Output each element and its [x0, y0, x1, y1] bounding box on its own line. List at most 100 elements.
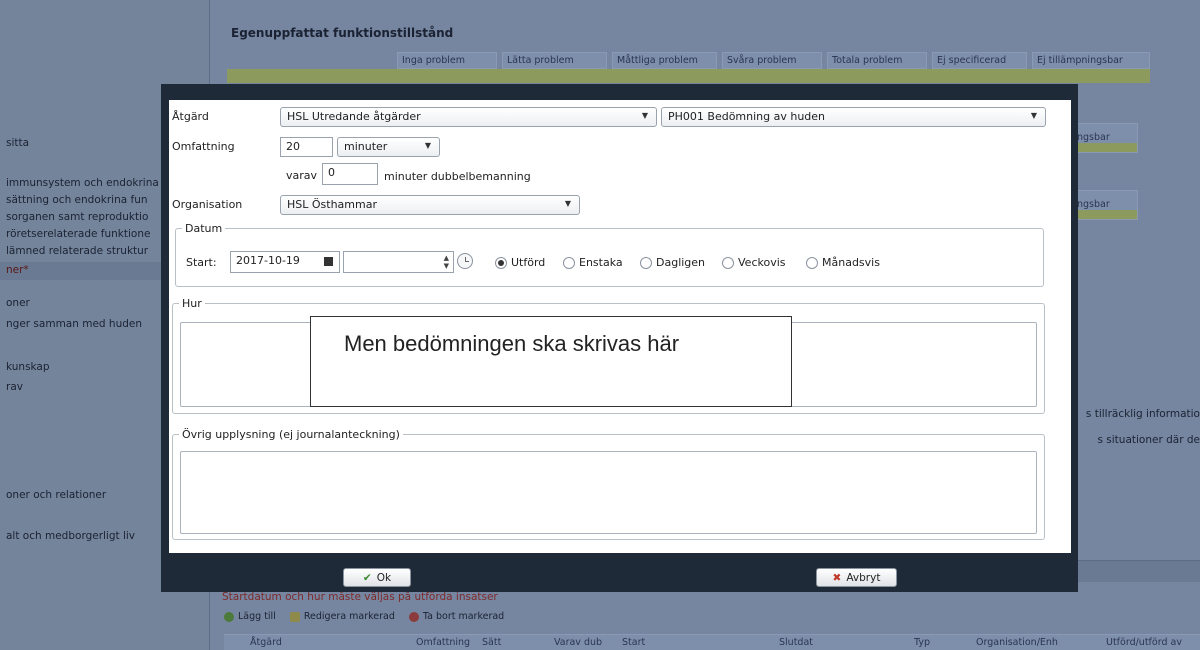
- delete-icon: [408, 611, 419, 622]
- atgard-sub-select[interactable]: PH001 Bedömning av huden ▼: [661, 107, 1046, 127]
- edit-button[interactable]: Redigera markerad: [289, 611, 395, 622]
- radio-enstaka[interactable]: Enstaka: [563, 256, 623, 269]
- atgard-sub-select-value: PH001 Bedömning av huden: [668, 110, 826, 123]
- atgard-label: Åtgärd: [172, 110, 209, 123]
- spinner-icon[interactable]: ▲ ▼: [444, 254, 449, 270]
- section-title: Egenuppfattat funktionstillstånd: [231, 26, 454, 40]
- grid-row: [227, 69, 1150, 83]
- sidebar-item: oner: [6, 297, 30, 309]
- grid-header: Inga problem: [397, 52, 497, 69]
- chevron-down-icon: ▼: [1030, 111, 1037, 120]
- varav-input[interactable]: 0: [322, 163, 378, 185]
- add-button[interactable]: Lägg till: [224, 611, 276, 622]
- radio-label: Veckovis: [738, 256, 786, 269]
- column-header: Slutdat: [779, 637, 813, 648]
- radio-circle: [722, 256, 734, 269]
- datum-legend: Datum: [185, 222, 223, 235]
- radio-label: Enstaka: [579, 256, 623, 269]
- radio-circle: [806, 256, 818, 269]
- column-header: Organisation/Enh: [976, 637, 1058, 648]
- start-date-value: 2017-10-19: [236, 254, 300, 267]
- radio-label: Utförd: [511, 256, 546, 269]
- instruction-text: Startdatum och hur måste väljas på utför…: [222, 591, 498, 603]
- unit-select[interactable]: minuter ▼: [337, 137, 440, 157]
- radio-manadsvis[interactable]: Månadsvis: [806, 256, 880, 269]
- sidebar-item: lämned relaterade struktur: [6, 245, 149, 257]
- omfattning-input[interactable]: 20: [280, 137, 333, 157]
- chip-strip: [1073, 210, 1137, 219]
- column-header: Sätt: [482, 637, 502, 648]
- omfattning-label: Omfattning: [172, 140, 235, 153]
- column-header: Utförd/utförd av: [1106, 637, 1182, 648]
- chip-label: ngsbar: [1077, 199, 1110, 210]
- grid-header: Ej tillämpningsbar: [1032, 52, 1150, 69]
- edit-icon: [289, 611, 300, 622]
- chip-strip: [1073, 143, 1137, 152]
- column-header: Omfattning: [416, 637, 471, 648]
- right-text: s situationer där de: [1097, 434, 1200, 446]
- chevron-down-icon: ▼: [424, 141, 431, 150]
- ovrig-legend: Övrig upplysning (ej journalanteckning): [182, 428, 400, 441]
- column-header: Start: [622, 637, 646, 648]
- radio-circle: [640, 256, 652, 269]
- ovrig-textarea[interactable]: [180, 451, 1037, 534]
- close-icon: ✖: [832, 571, 842, 584]
- grid-header: Totala problem: [827, 52, 927, 69]
- chevron-down-icon: ▼: [564, 199, 571, 208]
- column-header: Varav dub: [554, 637, 603, 648]
- sidebar-item: sorganen samt reproduktio: [6, 211, 149, 223]
- organisation-select[interactable]: HSL Östhammar ▼: [280, 195, 580, 215]
- chip-label: ngsbar: [1077, 132, 1110, 143]
- ok-button-label: Ok: [376, 571, 392, 584]
- organisation-select-value: HSL Östhammar: [287, 198, 377, 211]
- annotation-callout: Men bedömningen ska skrivas här: [310, 316, 792, 407]
- start-label: Start:: [186, 256, 217, 269]
- grid-header: Måttliga problem: [612, 52, 717, 69]
- grid-header: Ej specificerad: [932, 52, 1027, 69]
- grid-chip: ngsbar: [1072, 190, 1138, 220]
- function-grid: Inga problem Lätta problem Måttliga prob…: [227, 52, 1150, 88]
- radio-circle: [495, 256, 507, 269]
- cancel-button-label: Avbryt: [846, 571, 881, 584]
- radio-circle: [563, 256, 575, 269]
- column-header: Åtgärd: [250, 637, 282, 648]
- varav-label: varav: [286, 169, 318, 182]
- start-date-input[interactable]: 2017-10-19: [230, 251, 340, 273]
- sidebar-item: alt och medborgerligt liv: [6, 530, 136, 542]
- sidebar-item: immunsystem och endokrina: [6, 177, 159, 189]
- sidebar-item: rav: [6, 381, 23, 393]
- sidebar-item: kunskap: [6, 361, 50, 373]
- radio-label: Dagligen: [656, 256, 706, 269]
- grid-header: Lätta problem: [502, 52, 607, 69]
- radio-utford[interactable]: Utförd: [495, 256, 545, 269]
- hur-legend: Hur: [182, 297, 202, 310]
- sidebar-item: sättning och endokrina fun: [6, 194, 148, 206]
- clock-icon[interactable]: [457, 253, 473, 269]
- add-icon: [224, 611, 234, 622]
- atgard-select-value: HSL Utredande åtgärder: [287, 110, 421, 123]
- column-header: Typ: [914, 637, 930, 648]
- start-time-input[interactable]: ▲ ▼: [343, 251, 454, 273]
- right-text: s tillräcklig informatio: [1085, 408, 1200, 420]
- check-icon: ✔: [362, 571, 372, 584]
- sidebar-item: oner och relationer: [6, 489, 107, 501]
- organisation-label: Organisation: [172, 198, 243, 211]
- sidebar-item: nger samman med huden: [6, 318, 143, 330]
- radio-label: Månadsvis: [822, 256, 880, 269]
- radio-dagligen[interactable]: Dagligen: [640, 256, 705, 269]
- ok-button[interactable]: ✔ Ok: [343, 568, 411, 587]
- sidebar-item: sitta: [6, 137, 30, 149]
- atgard-select[interactable]: HSL Utredande åtgärder ▼: [280, 107, 657, 127]
- table-header: Åtgärd Omfattning Sätt Varav dub Start S…: [224, 634, 1200, 650]
- calendar-icon[interactable]: [324, 257, 333, 266]
- radio-veckovis[interactable]: Veckovis: [722, 256, 786, 269]
- sidebar-item: röretserelaterade funktione: [6, 228, 151, 240]
- delete-button[interactable]: Ta bort markerad: [408, 611, 504, 622]
- cancel-button[interactable]: ✖ Avbryt: [816, 568, 897, 587]
- chevron-down-icon: ▼: [641, 111, 648, 120]
- unit-select-value: minuter: [344, 140, 388, 153]
- background-toolbar: Lägg till Redigera markerad Ta bort mark…: [224, 611, 504, 622]
- dubbel-label: minuter dubbelbemanning: [384, 170, 531, 183]
- grid-chip: ngsbar: [1072, 123, 1138, 153]
- grid-header: Svåra problem: [722, 52, 822, 69]
